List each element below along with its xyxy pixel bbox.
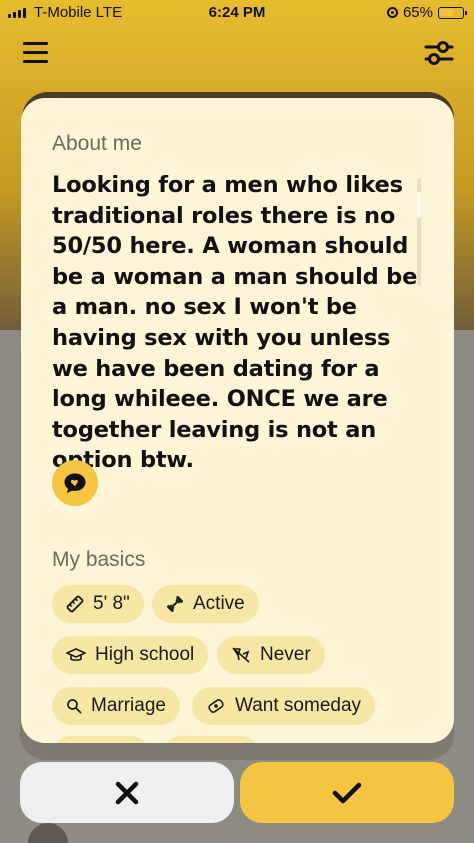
profile-card: About me Looking for a men who likes tra…: [21, 98, 454, 743]
battery-icon: [438, 6, 467, 19]
basic-chip-looking-for: Marriage: [52, 687, 180, 725]
like-button[interactable]: [240, 762, 454, 823]
compliment-button[interactable]: [52, 460, 98, 506]
checkmark-icon: [332, 782, 362, 803]
basic-chip-partial: [52, 736, 150, 743]
basic-chip-label: Marriage: [91, 695, 166, 716]
graduation-cap-icon: [66, 648, 86, 661]
bio-scrollbar-thumb[interactable]: [417, 192, 421, 218]
battery-percent: 65%: [402, 4, 433, 21]
battery-level-fill: [440, 8, 453, 16]
basic-chip-drinking: Never: [217, 636, 325, 674]
orientation-lock-icon: [386, 7, 398, 18]
my-basics-heading: My basics: [52, 548, 146, 571]
basic-chip-label: 5' 8": [93, 593, 130, 614]
speech-bubble-heart-icon: [64, 473, 86, 493]
basic-chip-label: Want someday: [235, 695, 362, 716]
ruler-icon: [66, 595, 84, 613]
pacifier-icon: [208, 699, 224, 713]
basic-chip-education: High school: [52, 636, 209, 674]
basic-chip-label: Active: [193, 593, 245, 614]
basic-chip-partial: [162, 736, 260, 743]
pass-button[interactable]: [20, 762, 234, 823]
filter-sliders-icon[interactable]: [424, 38, 454, 68]
basic-chip-kids: Want someday: [192, 687, 376, 725]
about-me-heading: About me: [52, 132, 142, 155]
close-x-icon: [115, 781, 139, 804]
basic-chip-exercise: Active: [152, 585, 259, 623]
bio-scrollbar[interactable]: [417, 178, 421, 286]
bio-text: Looking for a men who likes traditional …: [52, 172, 418, 474]
search-icon: [67, 699, 82, 714]
dumbbell-icon: [166, 595, 184, 613]
basic-chip-height: 5' 8": [52, 585, 144, 623]
basic-chip-label: Never: [260, 644, 311, 665]
status-bar: T-Mobile LTE 6:24 PM 65%: [0, 0, 474, 26]
hamburger-menu-icon[interactable]: [23, 42, 48, 64]
no-drinking-icon: [232, 647, 250, 663]
basic-chip-label: High school: [95, 644, 195, 665]
